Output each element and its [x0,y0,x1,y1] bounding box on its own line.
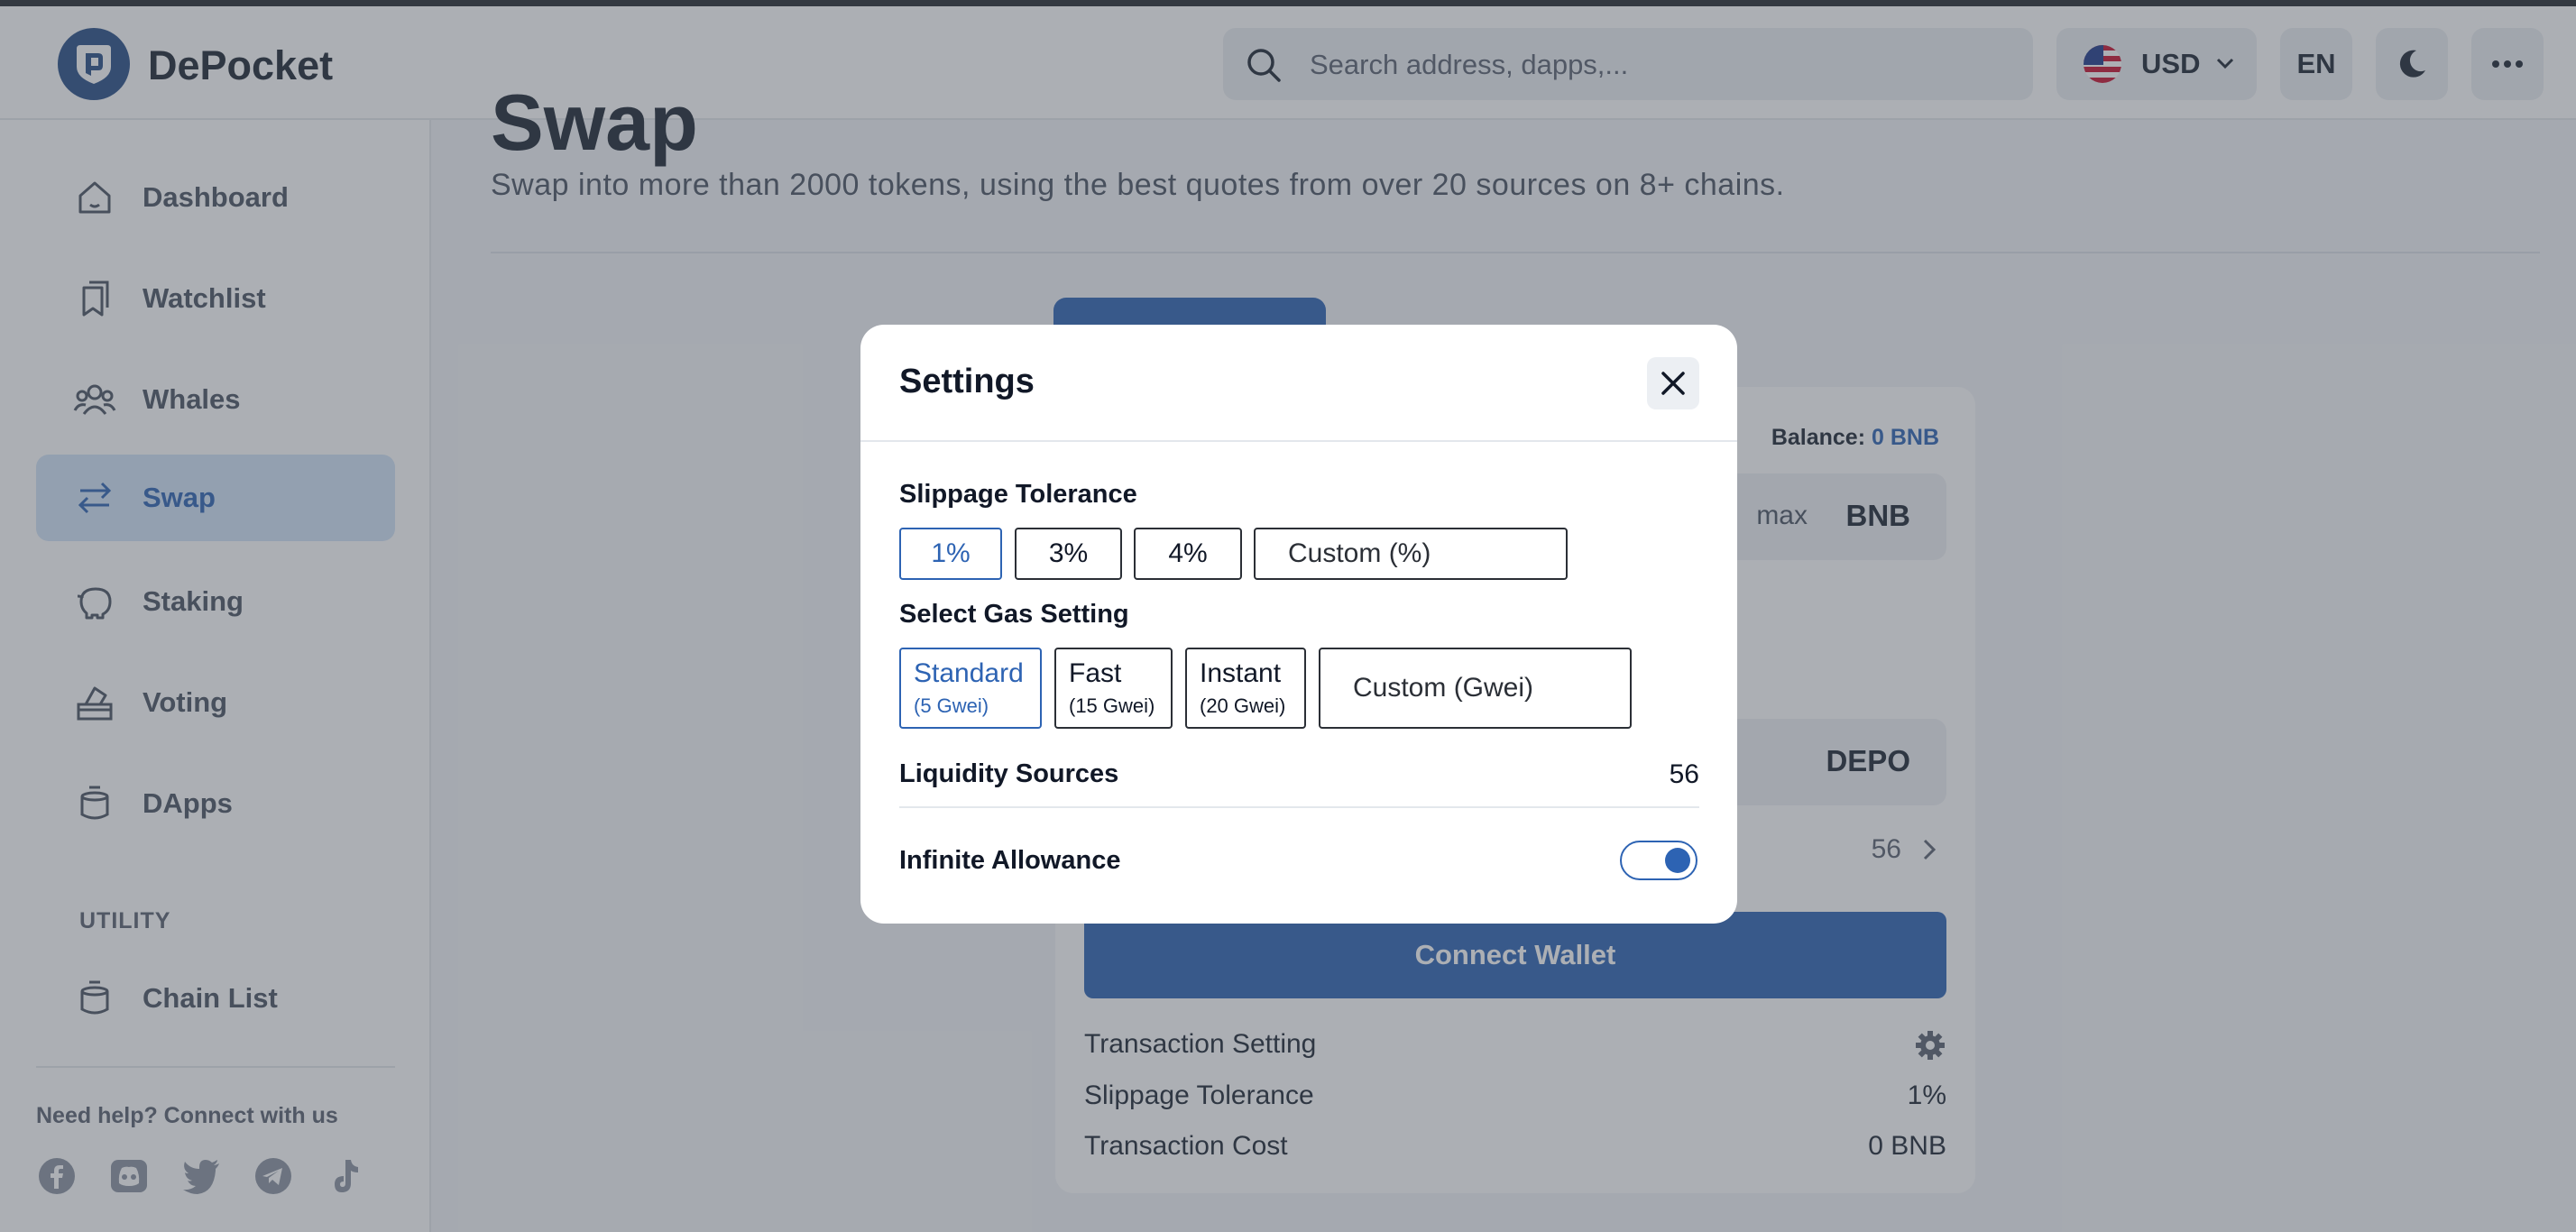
liquidity-sources-label: Liquidity Sources [899,759,1119,788]
gas-option-instant[interactable]: Instant (20 Gwei) [1185,648,1306,729]
slippage-option-4[interactable]: 4% [1134,528,1242,580]
gas-option-label: Standard [914,658,1024,688]
gas-option-label: Instant [1200,658,1282,688]
gas-option-fast[interactable]: Fast (15 Gwei) [1054,648,1173,729]
modal-divider [860,440,1737,442]
gas-option-sub: (15 Gwei) [1069,694,1155,717]
close-button[interactable] [1647,357,1699,409]
gas-heading: Select Gas Setting [899,600,1129,629]
modal-title: Settings [899,363,1035,400]
gas-option-sub: (20 Gwei) [1200,694,1286,717]
gas-option-standard[interactable]: Standard (5 Gwei) [899,648,1042,729]
infinite-allowance-toggle[interactable] [1620,841,1697,880]
settings-modal: Settings Slippage Tolerance 1% 3% 4% Sel… [860,325,1737,924]
slippage-heading: Slippage Tolerance [899,480,1137,509]
slippage-option-3[interactable]: 3% [1015,528,1122,580]
custom-slippage-input[interactable] [1254,528,1568,580]
slippage-option-1[interactable]: 1% [899,528,1002,580]
custom-gas-input[interactable] [1319,648,1632,729]
gas-option-sub: (5 Gwei) [914,694,989,717]
infinite-allowance-label: Infinite Allowance [899,846,1121,875]
modal-row-divider [899,806,1699,808]
toggle-knob [1665,848,1690,873]
close-icon [1661,372,1685,395]
liquidity-sources-value: 56 [1669,759,1699,789]
gas-option-label: Fast [1069,658,1122,688]
